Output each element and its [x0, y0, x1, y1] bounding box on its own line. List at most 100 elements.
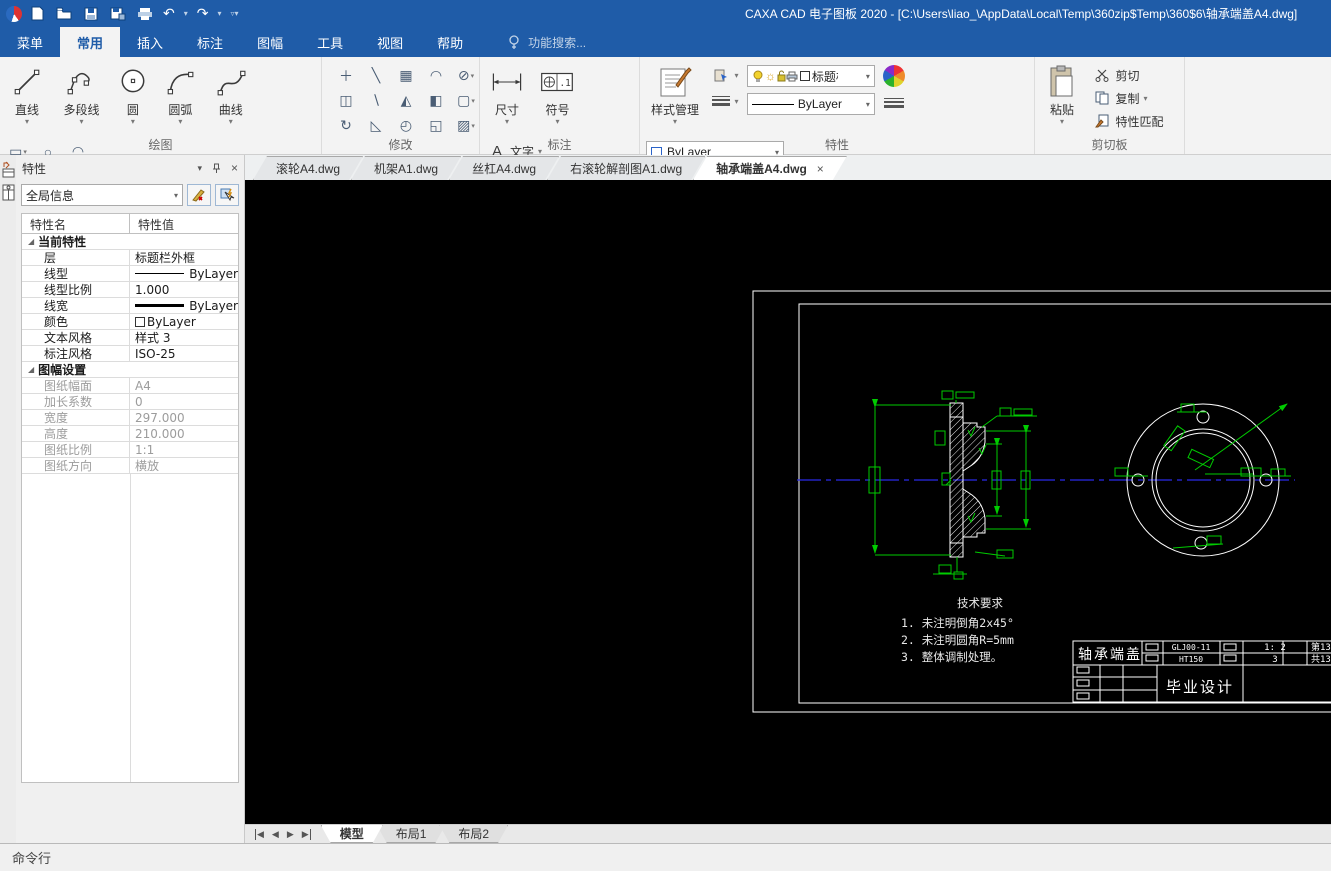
function-search[interactable]: 功能搜索...	[508, 27, 586, 57]
match-properties-button[interactable]: 特性匹配	[1093, 111, 1163, 131]
line-dropdown-icon[interactable]: ▾	[25, 118, 29, 126]
layer-combo-dropdown-icon[interactable]: ▾	[864, 72, 872, 81]
first-layout-icon[interactable]: ◀	[255, 828, 264, 840]
polyline-button[interactable]: 多段线 ▾	[54, 61, 108, 137]
menu-tab-gongju[interactable]: 工具	[300, 27, 360, 57]
fill-tool[interactable]: ▨ ▾	[452, 113, 480, 138]
property-row[interactable]: 图纸幅面 A4	[22, 378, 238, 394]
fill-tool-dropdown-icon[interactable]: ▾	[471, 122, 475, 130]
property-row[interactable]: 颜色 ByLayer	[22, 314, 238, 330]
paste-dropdown-icon[interactable]: ▾	[1060, 118, 1064, 126]
command-bar[interactable]: 命令行	[0, 843, 1331, 871]
menu-tab-biaozhu[interactable]: 标注	[180, 27, 240, 57]
property-row[interactable]: 线宽 ByLayer	[22, 298, 238, 314]
new-file-icon[interactable]	[28, 6, 46, 22]
spline-dropdown-icon[interactable]: ▾	[229, 118, 233, 126]
stretch-tool[interactable]: ◧	[422, 88, 450, 113]
arc-dropdown-icon[interactable]: ▾	[178, 118, 182, 126]
last-layout-icon[interactable]: ▶	[302, 828, 311, 840]
menu-tab-caidan[interactable]: 菜单	[0, 27, 60, 57]
property-row[interactable]: 文本风格 样式 3	[22, 330, 238, 346]
arc-button[interactable]: 圆弧 ▾	[157, 61, 203, 137]
circle-button[interactable]: 圆 ▾	[113, 61, 153, 137]
drawing-canvas[interactable]: 技术要求 1. 未注明倒角2x45° 2. 未注明圆角R=5mm 3. 整体调制…	[245, 180, 1331, 824]
print-icon[interactable]	[136, 6, 154, 22]
selection-scope-combo[interactable]: 全局信息 ▾	[21, 184, 183, 206]
property-row[interactable]: 高度 210.000	[22, 426, 238, 442]
menu-tab-bangzhu[interactable]: 帮助	[420, 27, 480, 57]
property-group-row[interactable]: ◢ 当前特性	[22, 234, 238, 250]
explode-tool[interactable]: ◱	[422, 113, 450, 138]
property-row[interactable]: 层 标题栏外框	[22, 250, 238, 266]
customize-toolbar-icon[interactable]: ▿▾	[231, 9, 239, 18]
revolve-tool[interactable]: ◴	[392, 113, 420, 138]
selection-scope-dropdown-icon[interactable]: ▾	[172, 191, 180, 200]
style-manager-button[interactable]: 样式管理 ▾	[644, 61, 706, 137]
property-row[interactable]: 宽度 297.000	[22, 410, 238, 426]
app-logo-icon[interactable]	[6, 5, 22, 22]
extend-tool[interactable]: ◺	[362, 113, 390, 138]
doc-tab-gunlun[interactable]: 滚轮A4.dwg	[253, 156, 363, 180]
property-row[interactable]: 标注风格 ISO-25	[22, 346, 238, 362]
trim-tool[interactable]: ╲	[362, 63, 390, 88]
circle-dropdown-icon[interactable]: ▾	[131, 118, 135, 126]
polyline-dropdown-icon[interactable]: ▾	[79, 118, 83, 126]
dimension-button[interactable]: 尺寸 ▾	[484, 61, 530, 137]
property-row[interactable]: 线型 ByLayer	[22, 266, 238, 282]
layer-settings-dropdown-icon[interactable]: ▾	[734, 71, 738, 80]
property-row[interactable]: 图纸方向 横放	[22, 458, 238, 474]
line-button[interactable]: 直线 ▾	[4, 61, 50, 137]
menu-tab-charu[interactable]: 插入	[120, 27, 180, 57]
rotate-tool[interactable]: ↻	[332, 113, 360, 138]
property-row[interactable]: 线型比例 1.000	[22, 282, 238, 298]
menu-tab-shitu[interactable]: 视图	[360, 27, 420, 57]
undo-dropdown-icon[interactable]: ▾	[184, 9, 188, 18]
move-tool[interactable]: ＋	[332, 63, 360, 88]
linetype-manager-button[interactable]: ▾	[712, 91, 738, 111]
doc-tab-sigang[interactable]: 丝杠A4.dwg	[449, 156, 559, 180]
menu-tab-changyong[interactable]: 常用	[60, 27, 121, 57]
linetype-combo[interactable]: ByLayer ▾	[746, 93, 875, 115]
redo-dropdown-icon[interactable]: ▾	[217, 9, 221, 18]
layer-settings-button[interactable]: ▾	[712, 65, 738, 85]
menu-tab-tufu[interactable]: 图幅	[240, 27, 300, 57]
doc-tab-close-icon[interactable]: ×	[817, 162, 824, 176]
delete-tool-dropdown-icon[interactable]: ▾	[471, 72, 475, 80]
layer-combo[interactable]: ☼ 标题栏外框 ▾	[746, 65, 875, 87]
save-all-icon[interactable]	[109, 6, 127, 22]
clear-selection-button[interactable]	[187, 184, 211, 206]
symbol-dropdown-icon[interactable]: ▾	[555, 118, 559, 126]
linetype-manager-dropdown-icon[interactable]: ▾	[734, 97, 738, 106]
mirror-tool[interactable]: ◭	[392, 88, 420, 113]
drawing-palette-tab-icon[interactable]	[2, 184, 15, 201]
property-row[interactable]: 图纸比例 1:1	[22, 442, 238, 458]
delete-tool[interactable]: ⊘ ▾	[452, 63, 480, 88]
property-group-row[interactable]: ◢ 图幅设置	[22, 362, 238, 378]
fillet-tool[interactable]: ◠	[422, 63, 450, 88]
doc-tab-zhoucheng-active[interactable]: 轴承端盖A4.dwg ×	[693, 156, 847, 180]
doc-tab-jijia[interactable]: 机架A1.dwg	[351, 156, 461, 180]
array-tool[interactable]: ▦	[392, 63, 420, 88]
redo-icon[interactable]: ↷	[197, 6, 209, 22]
style-manager-dropdown-icon[interactable]: ▾	[673, 118, 677, 126]
prev-layout-icon[interactable]: ◀	[272, 829, 279, 840]
save-icon[interactable]	[82, 6, 100, 22]
panel-dropdown-icon[interactable]: ▾	[197, 163, 202, 174]
collapse-icon[interactable]: ◢	[28, 237, 34, 246]
scale-tool[interactable]: ▢ ▾	[452, 88, 480, 113]
scale-tool-dropdown-icon[interactable]: ▾	[471, 97, 475, 105]
doc-tab-yougunlun[interactable]: 右滚轮解剖图A1.dwg	[547, 156, 705, 180]
cut-button[interactable]: 剪切	[1093, 65, 1163, 85]
color-wheel-icon[interactable]	[883, 65, 906, 87]
properties-palette-tab-icon[interactable]	[2, 161, 15, 178]
symbol-button[interactable]: .1 符号 ▾	[534, 61, 580, 137]
break-tool[interactable]: ∖	[362, 88, 390, 113]
dimension-dropdown-icon[interactable]: ▾	[505, 118, 509, 126]
open-file-icon[interactable]	[55, 6, 73, 22]
tab-layout2[interactable]: 布局2	[439, 825, 508, 843]
panel-pin-icon[interactable]	[212, 163, 221, 174]
collapse-icon[interactable]: ◢	[28, 365, 34, 374]
property-row[interactable]: 加长系数 0	[22, 394, 238, 410]
quick-select-button[interactable]	[215, 184, 239, 206]
next-layout-icon[interactable]: ▶	[287, 829, 294, 840]
